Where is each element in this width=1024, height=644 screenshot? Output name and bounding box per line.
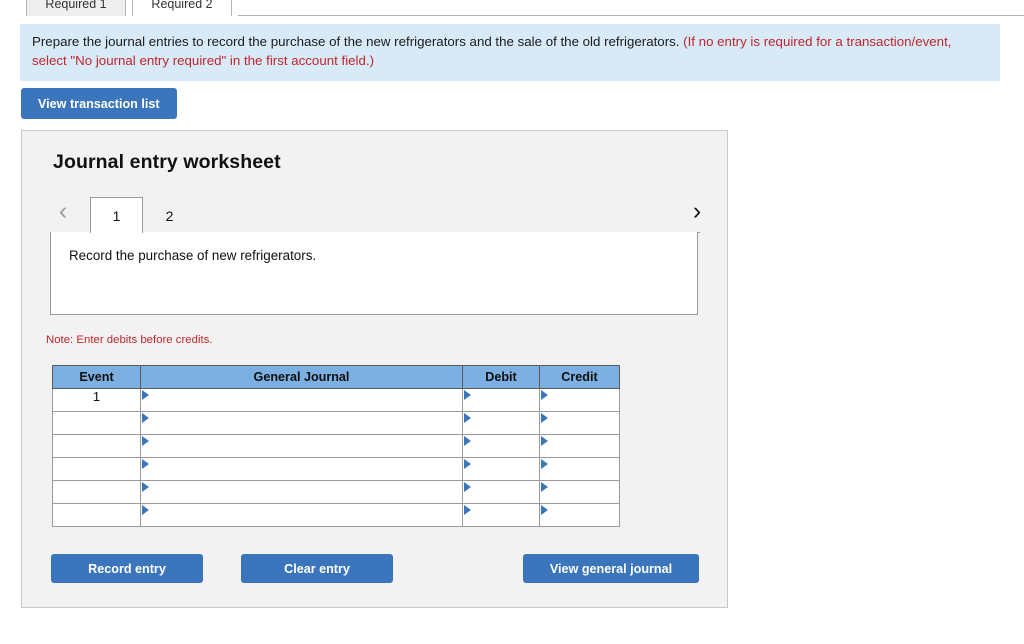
cell-debit[interactable] [462,388,540,412]
chevron-left-icon[interactable]: ‹ [50,196,76,226]
journal-entry-table: Event General Journal Debit Credit 1 [52,365,620,527]
dropdown-marker-icon [464,459,471,469]
column-header-general-journal: General Journal [140,365,463,389]
view-general-journal-button[interactable]: View general journal [523,554,699,583]
cell-debit[interactable] [462,457,540,481]
cell-credit[interactable] [539,480,620,504]
dropdown-marker-icon [142,459,149,469]
table-row [52,457,620,481]
cell-credit[interactable] [539,503,620,527]
entry-description-box: Record the purchase of new refrigerators… [50,232,698,315]
cell-credit[interactable] [539,388,620,412]
cell-credit[interactable] [539,411,620,435]
dropdown-marker-icon [464,505,471,515]
record-entry-button[interactable]: Record entry [51,554,203,583]
tabs-filler [238,15,1024,16]
worksheet-title: Journal entry worksheet [53,151,281,173]
worksheet-page-2[interactable]: 2 [143,197,196,233]
dropdown-marker-icon [541,459,548,469]
view-transaction-list-button[interactable]: View transaction list [21,88,177,119]
table-row [52,411,620,435]
cell-credit[interactable] [539,457,620,481]
dropdown-marker-icon [541,482,548,492]
column-header-debit: Debit [462,365,540,389]
dropdown-marker-icon [541,390,548,400]
chevron-right-icon[interactable]: › [684,196,710,226]
dropdown-marker-icon [464,413,471,423]
cell-debit[interactable] [462,411,540,435]
dropdown-marker-icon [541,436,548,446]
cell-general-journal[interactable] [140,457,463,481]
cell-event [52,411,141,435]
cell-general-journal[interactable] [140,434,463,458]
cell-event [52,503,141,527]
table-header-row: Event General Journal Debit Credit [52,365,620,389]
debits-before-credits-note: Note: Enter debits before credits. [46,334,213,346]
requirement-tabs: Required 1 Required 2 [0,0,1024,16]
worksheet-page-1-label: 1 [112,207,121,224]
cell-event [52,457,141,481]
table-row [52,434,620,458]
cell-general-journal[interactable] [140,411,463,435]
dropdown-marker-icon [142,482,149,492]
entry-description-text: Record the purchase of new refrigerators… [69,248,317,263]
table-row [52,503,620,527]
column-header-event: Event [52,365,141,389]
instruction-banner: Prepare the journal entries to record th… [20,24,1000,81]
instruction-main-text: Prepare the journal entries to record th… [32,34,684,49]
dropdown-marker-icon [142,413,149,423]
dropdown-marker-icon [464,390,471,400]
dropdown-marker-icon [541,505,548,515]
column-header-credit: Credit [539,365,620,389]
worksheet-pager: ‹ 1 2 › [50,191,701,233]
table-row [52,480,620,504]
tab-required-1[interactable]: Required 1 [26,0,126,16]
cell-debit[interactable] [462,480,540,504]
tab-required-2[interactable]: Required 2 [132,0,232,16]
cell-event [52,480,141,504]
cell-debit[interactable] [462,503,540,527]
tab-required-1-label: Required 1 [45,0,107,11]
dropdown-marker-icon [142,505,149,515]
cell-event: 1 [52,388,141,412]
dropdown-marker-icon [142,390,149,400]
cell-debit[interactable] [462,434,540,458]
table-row: 1 [52,388,620,412]
worksheet-page-tabs: 1 2 [90,191,196,233]
cell-event [52,434,141,458]
worksheet-page-2-label: 2 [165,207,174,224]
worksheet-page-1[interactable]: 1 [90,197,143,233]
dropdown-marker-icon [541,413,548,423]
cell-general-journal[interactable] [140,388,463,412]
cell-general-journal[interactable] [140,503,463,527]
dropdown-marker-icon [464,482,471,492]
journal-entry-worksheet-panel: Journal entry worksheet ‹ 1 2 › Record t… [21,130,728,608]
cell-credit[interactable] [539,434,620,458]
dropdown-marker-icon [142,436,149,446]
clear-entry-button[interactable]: Clear entry [241,554,393,583]
cell-general-journal[interactable] [140,480,463,504]
tab-required-2-label: Required 2 [151,0,213,11]
dropdown-marker-icon [464,436,471,446]
